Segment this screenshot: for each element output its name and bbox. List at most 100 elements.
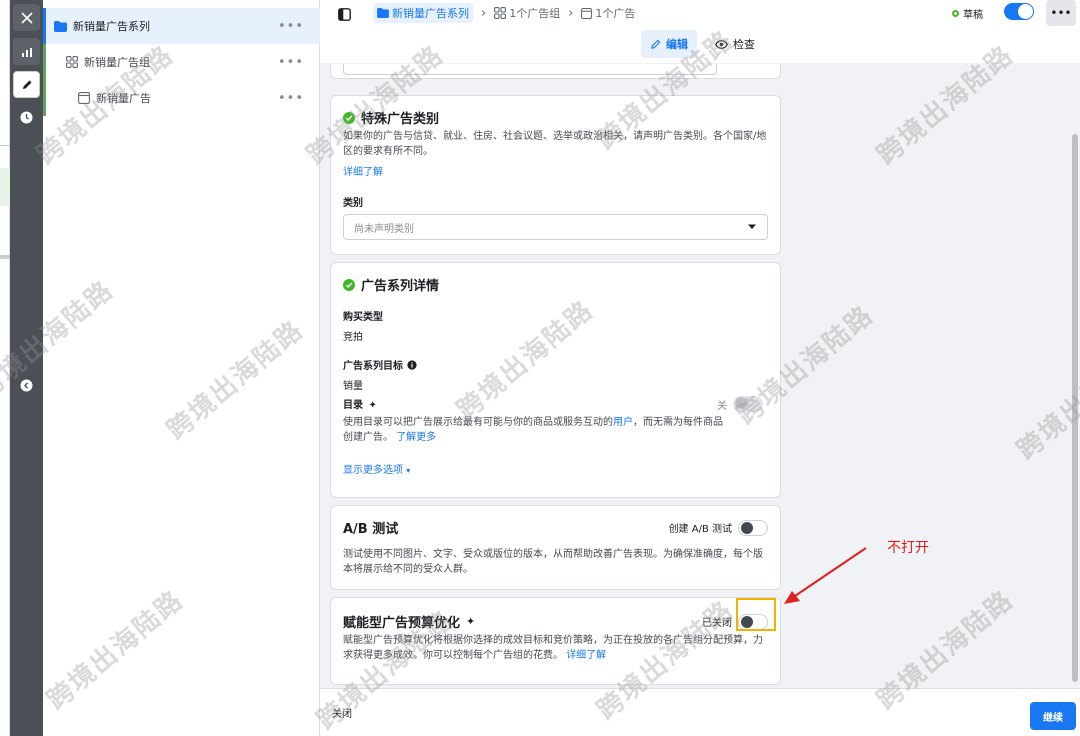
review-tab[interactable]: 检查 [706, 30, 764, 58]
annotation-arrow-icon [784, 547, 867, 604]
pencil-icon [22, 80, 31, 89]
eye-icon [715, 39, 728, 49]
edit-tab-label: 编辑 [666, 38, 688, 51]
ab-test-create-label: 创建 A/B 测试 [668, 524, 732, 535]
special-ad-category-title-text: 特殊广告类别 [361, 112, 440, 127]
info-icon[interactable] [407, 359, 417, 370]
ab-test-toggle[interactable] [738, 519, 768, 536]
ab-test-header: A/B 测试 创建 A/B 测试 [343, 518, 768, 537]
advantage-budget-state: 已关闭 [702, 618, 732, 629]
caret-down-icon [748, 224, 756, 229]
special-ad-category-desc: 如果你的广告与信贷、就业、住房、社会议题、选举或政治相关，请声明广告类别。各个国… [343, 131, 767, 157]
objective-value: 销量 [343, 381, 363, 392]
folder-icon [377, 8, 389, 18]
campaign-details-card: 广告系列详情 购买类型 竞拍 广告系列目标 销量 目录 ✦ 关 使用目录可以把广… [330, 262, 781, 498]
campaign-details-title: 广告系列详情 [343, 275, 768, 294]
show-more-options-link[interactable]: 显示更多选项 ▾ [343, 463, 768, 478]
grid-icon [66, 56, 78, 68]
status-dot-icon [952, 10, 959, 17]
advantage-budget-desc-text: 赋能型广告预算优化将根据你选择的成效目标和竞价策略，为正在投放的各广告组分配预算… [343, 635, 763, 661]
advantage-budget-learn-more-link[interactable]: 详细了解 [566, 650, 606, 661]
breadcrumb-campaign[interactable]: 新销量广告系列 [373, 3, 473, 23]
breadcrumb-campaign-label: 新销量广告系列 [392, 7, 469, 20]
status-badge: 草稿 [952, 6, 983, 21]
top-bar: 新销量广告系列 › 1个广告组 › 1个广告 草稿 ••• [320, 0, 1080, 28]
catalog-desc: 使用目录可以把广告展示给最有可能与你的商品或服务互动的用户，而无需为每件商品创建… [343, 415, 723, 445]
reporting-button[interactable] [13, 38, 40, 65]
advantage-budget-card: 赋能型广告预算优化 ✦ 已关闭 赋能型广告预算优化将根据你选择的成效目标和竞价策… [330, 597, 781, 685]
tree-item-adset-label: 新销量广告组 [84, 56, 150, 69]
review-tab-label: 检查 [733, 38, 755, 51]
editor-content: 特殊广告类别 如果你的广告与信贷、就业、住房、社会议题、选举或政治相关，请声明广… [320, 64, 1080, 688]
edit-tab[interactable]: 编辑 [641, 30, 697, 58]
special-ad-category-title: 特殊广告类别 [343, 108, 768, 127]
grid-icon [494, 7, 507, 19]
adset-more-menu[interactable]: ••• [278, 55, 304, 70]
objective-row: 广告系列目标 [343, 357, 768, 372]
pencil-icon [651, 39, 661, 49]
continue-button[interactable]: 继续 [1030, 702, 1076, 730]
campaign-more-menu[interactable]: ••• [278, 19, 304, 34]
advantage-budget-desc: 赋能型广告预算优化将根据你选择的成效目标和竞价策略，为正在投放的各广告组分配预算… [343, 633, 767, 663]
special-category-learn-more-link[interactable]: 详细了解 [343, 165, 768, 180]
tree-item-campaign[interactable]: 新销量广告系列 ••• [43, 8, 320, 44]
ab-test-toggle-row: 创建 A/B 测试 [668, 519, 768, 536]
status-label: 草稿 [963, 10, 983, 21]
close-editor-button[interactable] [13, 4, 40, 31]
collapse-panel-button[interactable] [13, 372, 40, 399]
tree-item-campaign-label: 新销量广告系列 [73, 20, 150, 33]
ab-test-title: A/B 测试 [343, 522, 399, 537]
toggle-sidebar-button[interactable] [334, 4, 354, 24]
advantage-budget-header: 赋能型广告预算优化 ✦ 已关闭 [343, 612, 768, 631]
content-scrollbar[interactable] [1072, 74, 1078, 682]
campaign-details-title-text: 广告系列详情 [361, 279, 440, 294]
clock-icon [20, 111, 33, 124]
scrollbar-thumb[interactable] [1072, 134, 1078, 682]
objective-label: 广告系列目标 [343, 361, 403, 372]
buy-type-value: 竞拍 [343, 332, 363, 343]
ad-icon [78, 92, 90, 104]
footer-bar: 关闭 继续 [320, 688, 1080, 736]
show-more-options-label: 显示更多选项 [343, 465, 403, 476]
tree-item-ad-label: 新销量广告 [96, 92, 151, 105]
ab-test-desc: 测试使用不同图片、文字、受众或版位的版本，从而帮助改善广告表现。为确保准确度，每… [343, 549, 763, 575]
edit-mode-button[interactable] [13, 71, 40, 98]
check-circle-icon [343, 278, 355, 291]
category-select[interactable]: 尚未声明类别 [343, 214, 768, 240]
chevron-right-icon: › [481, 5, 487, 21]
catalog-label: 目录 [343, 400, 363, 411]
tree-item-ad[interactable]: 新销量广告 ••• [43, 80, 320, 116]
catalog-users-link[interactable]: 用户 [613, 417, 633, 428]
ab-test-card: A/B 测试 创建 A/B 测试 测试使用不同图片、文字、受众或版位的版本，从而… [330, 505, 781, 590]
sidebar-icon [337, 7, 351, 21]
chevron-left-icon [20, 379, 33, 392]
catalog-state: 关 [717, 401, 727, 412]
folder-icon [54, 20, 67, 32]
catalog-toggle[interactable] [733, 396, 763, 412]
special-ad-category-card: 特殊广告类别 如果你的广告与信贷、就业、住房、社会议题、选举或政治相关，请声明广… [330, 95, 781, 255]
caret-down-icon: ▾ [406, 466, 411, 475]
mode-bar: 编辑 检查 [320, 28, 1080, 64]
category-select-placeholder: 尚未声明类别 [354, 223, 414, 235]
history-button[interactable] [13, 104, 40, 131]
campaign-on-off-toggle[interactable] [1004, 3, 1034, 20]
breadcrumb-adset-label: 1个广告组 [509, 7, 561, 20]
background-page-strip [0, 0, 10, 736]
close-button[interactable]: 关闭 [332, 705, 352, 720]
catalog-learn-more-link[interactable]: 了解更多 [396, 432, 436, 443]
breadcrumb-ad-label: 1个广告 [595, 7, 636, 20]
close-icon [20, 11, 33, 24]
tree-item-adset[interactable]: 新销量广告组 ••• [43, 44, 320, 80]
check-circle-icon [343, 111, 355, 124]
ad-more-menu[interactable]: ••• [278, 91, 304, 106]
sparkle-icon: ✦ [368, 400, 377, 411]
more-options-button[interactable]: ••• [1046, 0, 1076, 26]
catalog-desc-text: 使用目录可以把广告展示给最有可能与你的商品或服务互动的 [343, 417, 613, 428]
advantage-budget-title-text: 赋能型广告预算优化 [343, 616, 461, 631]
category-label: 类别 [343, 198, 363, 209]
breadcrumb-adset[interactable]: 1个广告组 [494, 5, 560, 21]
annotation-text: 不打开 [887, 540, 929, 556]
sparkle-icon: ✦ [466, 615, 476, 628]
chevron-right-icon: › [568, 5, 574, 21]
breadcrumb-ad[interactable]: 1个广告 [581, 5, 635, 21]
